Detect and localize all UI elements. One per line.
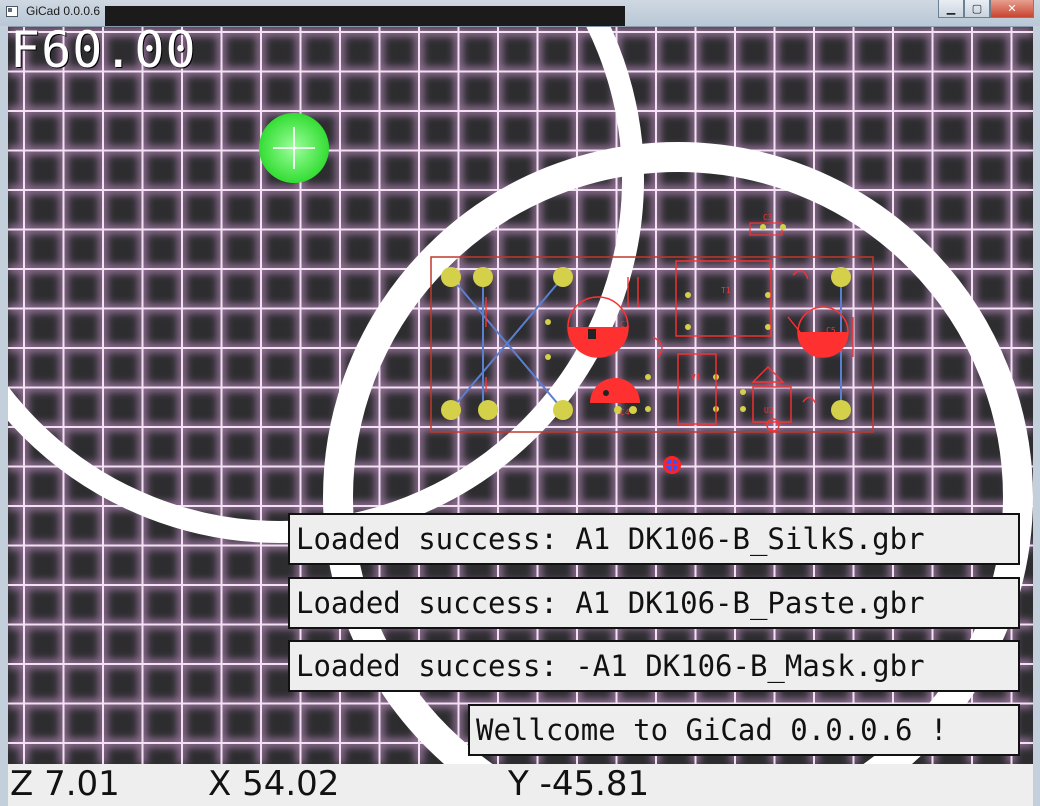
cursor-marker-icon[interactable] bbox=[259, 113, 329, 183]
label-c4: C4 bbox=[620, 408, 630, 417]
background-window-strip bbox=[105, 6, 625, 26]
title-bar[interactable]: GiCad 0.0.0.6 ▁ ▢ ✕ bbox=[0, 0, 1040, 27]
frequency-readout: F60.00 bbox=[10, 27, 197, 79]
x-coordinate-readout: X 54.02 bbox=[208, 764, 340, 804]
window-frame-left bbox=[0, 26, 8, 806]
window-frame-right bbox=[1033, 26, 1040, 806]
label-c5: C5 bbox=[826, 326, 836, 335]
label-c3: C3 bbox=[763, 213, 773, 222]
message-welcome: Wellcome to GiCad 0.0.0.6 ! bbox=[468, 704, 1020, 756]
capacitor-c5 bbox=[797, 306, 849, 358]
message-paste-loaded: Loaded success: A1 DK106-B_Paste.gbr bbox=[288, 577, 1020, 629]
cad-viewport[interactable]: C1 C4 V1 U2 C3 T1 C5 F60.00 Loaded succe… bbox=[8, 27, 1033, 764]
message-mask-loaded: Loaded success: -A1 DK106-B_Mask.gbr bbox=[288, 640, 1020, 692]
origin-marker-icon bbox=[663, 456, 681, 474]
label-u2: U2 bbox=[764, 406, 774, 415]
window-title: GiCad 0.0.0.6 bbox=[26, 4, 101, 18]
capacitor-c4 bbox=[590, 378, 640, 403]
label-c1: C1 bbox=[620, 320, 630, 329]
label-v1: V1 bbox=[691, 373, 701, 382]
zoom-readout: Z 7.01 bbox=[10, 764, 120, 804]
minimize-button[interactable]: ▁ bbox=[938, 0, 964, 18]
maximize-button[interactable]: ▢ bbox=[964, 0, 990, 18]
close-button[interactable]: ✕ bbox=[990, 0, 1034, 18]
window-controls: ▁ ▢ ✕ bbox=[938, 0, 1034, 18]
app-icon bbox=[6, 6, 18, 17]
status-bar: Z 7.01 X 54.02 Y -45.81 bbox=[8, 764, 1033, 806]
label-t1: T1 bbox=[721, 286, 731, 295]
message-silks-loaded: Loaded success: A1 DK106-B_SilkS.gbr bbox=[288, 513, 1020, 565]
y-coordinate-readout: Y -45.81 bbox=[508, 764, 650, 804]
